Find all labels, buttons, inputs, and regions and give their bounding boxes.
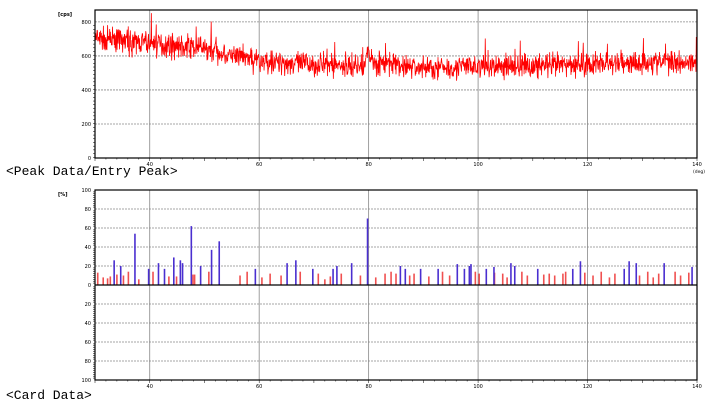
x-tick-label: 60 [256,162,262,168]
card-data-section-label: <Card Data> [6,388,92,403]
y-axis-label: [cps] [58,12,72,18]
y-tick-label: 400 [81,88,91,94]
y-axis-label: [%] [58,192,68,198]
y-tick-label: 80 [85,359,91,365]
y-tick-label: 100 [81,378,91,384]
x-tick-label: 120 [583,384,593,390]
x-tick-label: 140 [692,162,702,168]
measured-pattern-line [94,13,698,81]
y-tick-label: 800 [81,20,91,26]
y-tick-label: 40 [85,245,91,251]
y-tick-label: 0 [88,283,91,289]
x-tick-label: 100 [473,384,483,390]
x-tick-label: 80 [365,162,371,168]
y-tick-label: 20 [85,264,91,270]
x-tick-label: 80 [365,384,371,390]
y-tick-label: 0 [88,156,91,162]
plot-2: 100 80 60 40 20 0 20 40 60 80 100 40 60 80 100 120 140 [%… [58,188,702,390]
x-tick-label: 60 [256,384,262,390]
peak-data-section-label: <Peak Data/Entry Peak> [6,164,178,179]
y-tick-label: 40 [85,321,91,327]
x-tick-label: 100 [473,162,483,168]
y-tick-label: 100 [81,188,91,194]
y-tick-label: 600 [81,54,91,60]
y-tick-label: 80 [85,207,91,213]
x-tick-label: 140 [692,384,702,390]
y-tick-label: 60 [85,340,91,346]
y-tick-label: 60 [85,226,91,232]
x-axis-label: (deg) [693,169,705,175]
y-tick-label: 200 [81,122,91,128]
y-tick-label: 20 [85,302,91,308]
x-tick-label: 120 [583,162,593,168]
x-tick-label: 40 [147,384,153,390]
plot-frame [94,9,698,159]
plot-1: 020040060080040 60 80 100 120 140[cps](deg) [58,9,705,175]
xrd-chart: 020040060080040 60 80 100 120 140[cps](deg)10… [58,9,705,390]
